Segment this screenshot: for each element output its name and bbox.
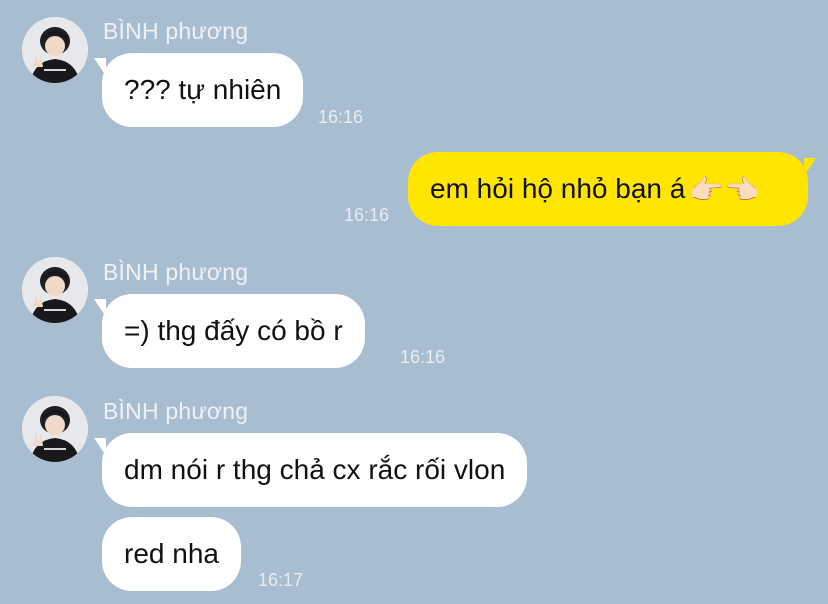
message-time: 16:16 (400, 347, 446, 367)
chat-area: BÌNH phương ??? tự nhiên 16:16 16:16 em … (0, 0, 828, 604)
message-text: red nha (124, 538, 219, 569)
message-bubble[interactable]: dm nói r thg chả cx rắc rối vlon (102, 433, 528, 507)
pointing-fingers-emoji: 👉🏻👈🏻 (689, 173, 760, 205)
message-bubble[interactable]: =) thg đấy có bồ r (102, 294, 365, 368)
bubble-tail (804, 158, 816, 176)
message-time: 16:16 (344, 205, 390, 225)
avatar[interactable] (22, 257, 88, 323)
message-text: ??? tự nhiên (124, 74, 282, 105)
sender-name: BÌNH phương (103, 259, 249, 285)
sender-name: BÌNH phương (103, 18, 249, 44)
message-bubble[interactable]: em hỏi hộ nhỏ bạn á 👉🏻👈🏻 (408, 152, 808, 226)
message-bubble[interactable]: red nha (102, 517, 241, 591)
message-bubble[interactable]: ??? tự nhiên (102, 53, 304, 127)
avatar[interactable] (22, 396, 88, 462)
message-time: 16:16 (318, 107, 364, 127)
sender-name: BÌNH phương (103, 398, 249, 424)
message-text: dm nói r thg chả cx rắc rối vlon (124, 454, 506, 485)
message-text: em hỏi hộ nhỏ bạn á (430, 173, 686, 204)
message-time: 16:17 (258, 570, 304, 590)
avatar[interactable] (22, 17, 88, 83)
message-text: =) thg đấy có bồ r (124, 315, 343, 346)
